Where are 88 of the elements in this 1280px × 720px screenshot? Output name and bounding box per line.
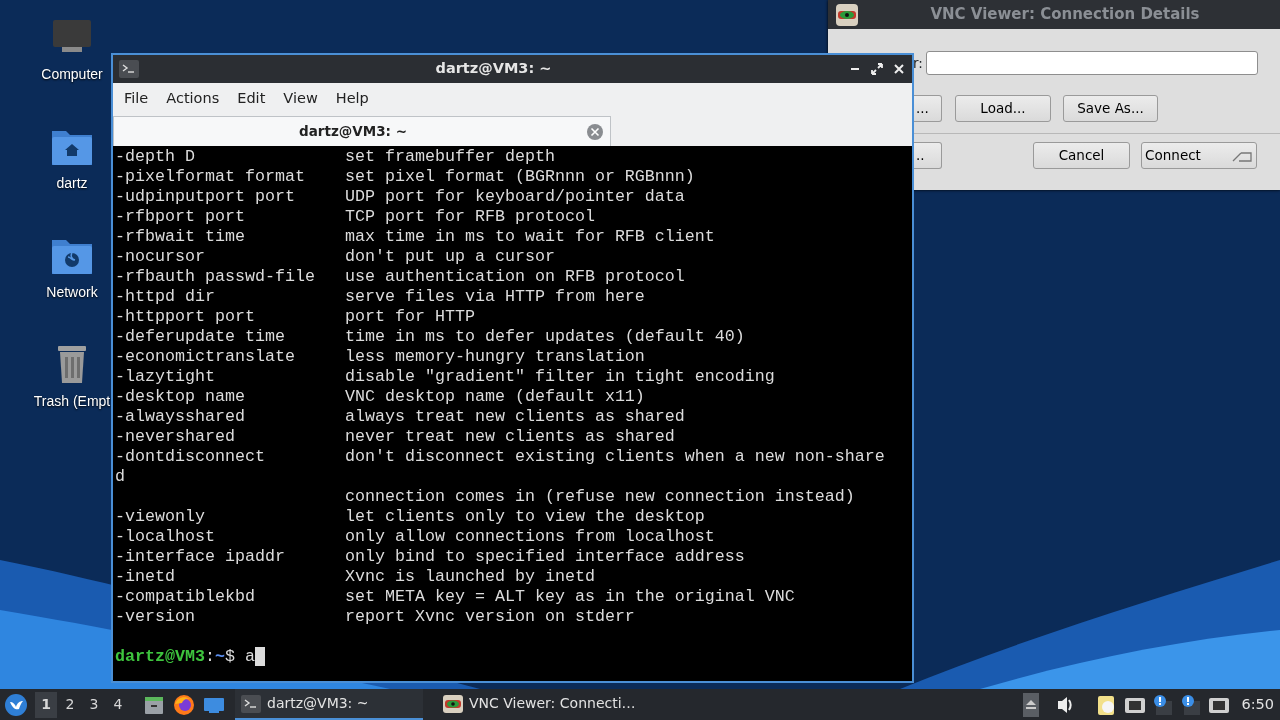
workspace-button[interactable]: 4 (107, 691, 129, 718)
terminal-description: always treat new clients as shared (345, 407, 685, 427)
terminal-description: disable "gradient" filter in tight encoding (345, 367, 775, 387)
terminal-option: -rfbauth passwd-file (115, 267, 345, 287)
terminal-option: -nevershared (115, 427, 345, 447)
terminal-option: -rfbport port (115, 207, 345, 227)
terminal-option: -deferupdate time (115, 327, 345, 347)
menu-item[interactable]: Edit (228, 87, 275, 110)
taskbar-task[interactable]: dartz@VM3: ~ (235, 689, 423, 720)
terminal-option: -depth D (115, 147, 345, 167)
desktop-icon-label[interactable]: Trash (Empt (33, 391, 111, 412)
terminal-description: VNC desktop name (default x11) (345, 387, 645, 407)
dialog-button[interactable]: .. (914, 142, 942, 169)
taskbar-task[interactable]: VNC Viewer: Connecti… (437, 689, 652, 720)
terminal-description: TCP port for RFB protocol (345, 207, 595, 227)
terminal-option: -interface ipaddr (115, 547, 345, 567)
terminal-option: -inetd (115, 567, 345, 587)
vnc-eye-icon (836, 3, 858, 26)
terminal-option: -lazytight (115, 367, 345, 387)
window-title: dartz@VM3: ~ (434, 59, 553, 79)
terminal-description: serve files via HTTP from here (345, 287, 645, 307)
menu-item[interactable]: Actions (157, 87, 229, 110)
terminal-description: port for HTTP (345, 307, 475, 327)
terminal-option: -economictranslate (115, 347, 345, 367)
dialog-button[interactable]: Save As... (1063, 95, 1158, 122)
terminal-description: set META key = ALT key as in the original VNC (345, 587, 795, 607)
terminal-description: report Xvnc version on stderr (345, 607, 635, 627)
input-field[interactable] (926, 51, 1258, 75)
desktop-icon-label[interactable]: Network (46, 282, 98, 303)
terminal-option: -viewonly (115, 507, 345, 527)
close-icon[interactable] (892, 62, 906, 76)
alert-icon[interactable] (1180, 692, 1203, 717)
dialog-button[interactable]: Cancel (1033, 142, 1130, 169)
terminal-icon (119, 60, 139, 78)
terminal-option: -compatiblekbd (115, 587, 345, 607)
terminal-description: UDP port for keyboard/pointer data (345, 187, 685, 207)
terminal-option: -udpinputport port (115, 187, 345, 207)
command-input[interactable]: a (244, 647, 255, 667)
terminal-option: -alwaysshared (115, 407, 345, 427)
terminal-description: only bind to specified interface address (345, 547, 745, 567)
maximize-icon[interactable] (870, 62, 884, 76)
dialog-button[interactable]: Connect (1141, 142, 1257, 169)
terminal-option: -localhost (115, 527, 345, 547)
workspace-button[interactable]: 2 (59, 691, 81, 718)
prompt-symbol: $ (224, 647, 236, 667)
terminal-option: -rfbwait time (115, 227, 345, 247)
terminal-description: don't put up a cursor (345, 247, 555, 267)
terminal-description: set framebuffer depth (345, 147, 555, 167)
workspace-button[interactable]: 3 (83, 691, 105, 718)
terminal-option: -httpd dir (115, 287, 345, 307)
dialog-title: VNC Viewer: Connection Details (929, 4, 1201, 26)
clock: 6:50 (1241, 694, 1274, 714)
dialog-button[interactable]: ... (914, 95, 942, 122)
terminal-description: only allow connections from localhost (345, 527, 715, 547)
terminal-description: max time in ms to wait for RFB client (345, 227, 715, 247)
prompt-user: dartz@VM3 (115, 647, 205, 667)
terminal-description: time in ms to defer updates (default 40) (345, 327, 745, 347)
terminal-option: -desktop name (115, 387, 345, 407)
terminal-description: Xvnc is launched by inetd (345, 567, 595, 587)
workspace-button[interactable]: 1 (35, 691, 57, 718)
menu-item[interactable]: File (115, 87, 158, 110)
terminal-description: less memory-hungry translation (345, 347, 645, 367)
field-label: r: (913, 53, 924, 73)
terminal-option: -nocursor (115, 247, 345, 267)
desktop-icon-label[interactable]: Computer (41, 64, 103, 85)
terminal-description: use authentication on RFB protocol (345, 267, 685, 287)
terminal-description: don't disconnect existing clients when a new non-share (345, 447, 885, 467)
terminal-description: never treat new clients as shared (345, 427, 675, 447)
dialog-button[interactable]: Load... (955, 95, 1051, 122)
browser-icon[interactable] (173, 693, 195, 716)
desktop-icon-label[interactable]: dartz (56, 173, 88, 194)
terminal-option: -dontdisconnect (115, 447, 345, 467)
terminal-description: let clients only to view the desktop (345, 507, 705, 527)
terminal-option: -httpport port (115, 307, 345, 327)
terminal-icon (241, 694, 261, 713)
terminal-option: d (115, 467, 125, 487)
terminal-tab[interactable]: dartz@VM3: ~ (113, 116, 611, 146)
menu-item[interactable]: Help (326, 87, 378, 110)
menu-item[interactable]: View (274, 87, 327, 110)
alert-icon[interactable] (1152, 692, 1175, 717)
terminal-description: connection comes in (refuse new connection instead) (345, 487, 855, 507)
terminal-description: set pixel format (BGRnnn or RGBnnn) (345, 167, 695, 187)
start-menu-icon[interactable] (5, 693, 27, 716)
terminal-option: -version (115, 607, 345, 627)
text-cursor (254, 647, 265, 666)
terminal-option: -pixelformat format (115, 167, 345, 187)
prompt-path: :~ (204, 647, 225, 667)
vnc-eye-icon (443, 694, 463, 713)
